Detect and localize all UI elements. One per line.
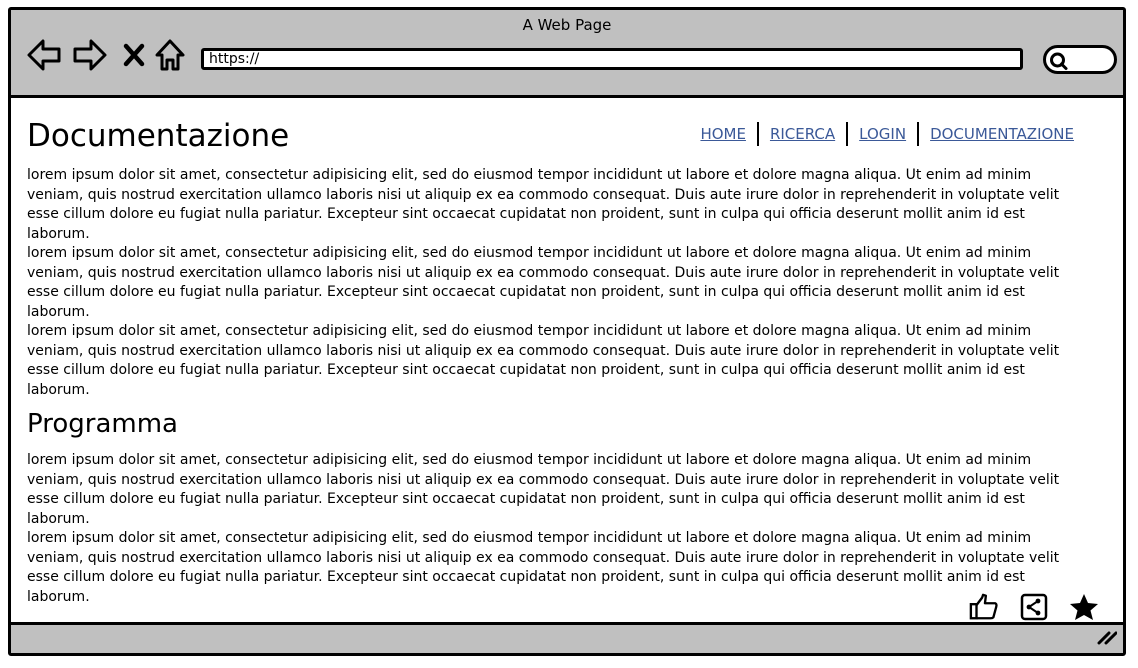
page-title: Documentazione	[27, 118, 290, 154]
status-bar	[11, 622, 1123, 653]
search-icon	[1050, 52, 1068, 70]
browser-toolbar: A Web Page https://	[11, 10, 1123, 98]
programma-text: lorem ipsum dolor sit amet, consectetur …	[27, 451, 1067, 607]
body-paragraph: lorem ipsum dolor sit amet, consectetur …	[27, 323, 1060, 398]
body-paragraph: lorem ipsum dolor sit amet, consectetur …	[27, 167, 1060, 242]
top-navigation: HOME RICERCA LOGIN DOCUMENTAZIONE	[700, 122, 1074, 146]
page-actions	[949, 592, 1099, 622]
forward-arrow-icon[interactable]	[71, 36, 109, 74]
resize-grip-icon[interactable]	[1097, 629, 1118, 649]
search-field[interactable]	[1043, 45, 1117, 74]
documentation-text: lorem ipsum dolor sit amet, consectetur …	[27, 166, 1067, 400]
url-input[interactable]: https://	[201, 48, 1023, 70]
nav-link-login[interactable]: LOGIN	[859, 125, 906, 143]
body-paragraph: lorem ipsum dolor sit amet, consectetur …	[27, 245, 1060, 320]
nav-link-ricerca[interactable]: RICERCA	[770, 125, 835, 143]
nav-divider	[756, 122, 759, 146]
browser-window: A Web Page https:// Documentazione HOME …	[8, 7, 1126, 656]
home-icon[interactable]	[151, 36, 189, 74]
section-title: Programma	[27, 409, 178, 439]
nav-link-home[interactable]: HOME	[700, 125, 746, 143]
star-icon[interactable]	[1069, 592, 1099, 622]
share-icon[interactable]	[1019, 592, 1049, 622]
nav-divider	[917, 122, 920, 146]
body-paragraph: lorem ipsum dolor sit amet, consectetur …	[27, 452, 1060, 527]
thumbs-up-icon[interactable]	[969, 592, 999, 622]
nav-divider	[846, 122, 849, 146]
nav-link-documentazione[interactable]: DOCUMENTAZIONE	[930, 125, 1074, 143]
body-paragraph: lorem ipsum dolor sit amet, consectetur …	[27, 530, 1060, 605]
window-title: A Web Page	[522, 16, 612, 34]
back-arrow-icon[interactable]	[25, 36, 63, 74]
close-x-icon[interactable]	[115, 36, 153, 74]
